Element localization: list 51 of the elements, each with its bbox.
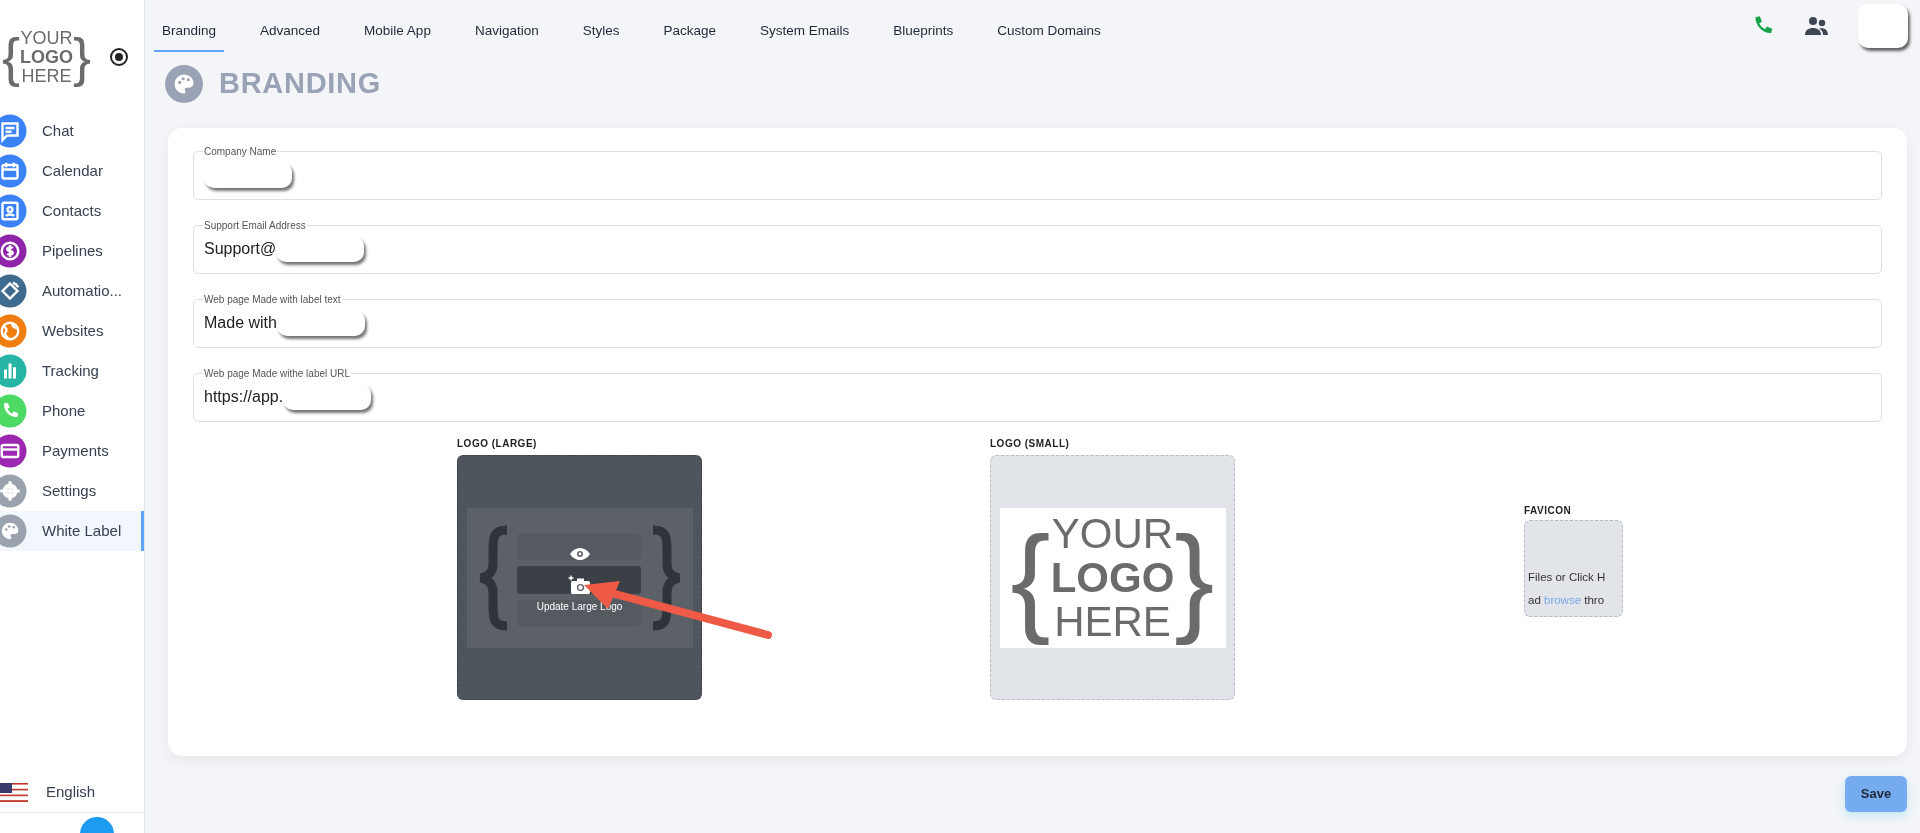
sidebar-item[interactable]: Phone bbox=[0, 391, 144, 431]
text-field[interactable]: Web page Made with label text Made with bbox=[193, 292, 1882, 348]
logo-text: HERE bbox=[21, 66, 72, 86]
logo-brace: { bbox=[2, 25, 21, 89]
tab[interactable]: System Emails bbox=[752, 0, 858, 52]
sidebar-item[interactable]: Payments bbox=[0, 431, 144, 471]
tab[interactable]: Styles bbox=[574, 0, 628, 52]
logo-text: YOUR bbox=[1051, 511, 1174, 556]
sidebar-item[interactable]: Pipelines bbox=[0, 231, 144, 271]
upload-label: LOGO (SMALL) bbox=[990, 437, 1071, 451]
sidebar-item[interactable]: Settings bbox=[0, 471, 144, 511]
users-icon[interactable] bbox=[1804, 14, 1830, 38]
tab[interactable]: Advanced bbox=[252, 0, 329, 52]
tab[interactable]: Custom Domains bbox=[989, 0, 1109, 52]
camera-plus-icon[interactable] bbox=[567, 575, 592, 595]
tab[interactable]: Mobile App bbox=[356, 0, 439, 52]
logo-text: LOGO bbox=[1050, 555, 1175, 600]
palette-icon bbox=[0, 513, 28, 549]
logo-text: HERE bbox=[1054, 599, 1171, 644]
palette-icon bbox=[165, 65, 203, 103]
sidebar-item[interactable]: Contacts bbox=[0, 191, 144, 231]
toggle-icon[interactable] bbox=[109, 47, 130, 67]
text-field[interactable]: Company Name bbox=[193, 144, 1882, 200]
upload-label: FAVICON bbox=[1524, 504, 1573, 518]
text-field[interactable]: Web page Made withe label URL https://app. bbox=[193, 366, 1882, 422]
tab[interactable]: Blueprints bbox=[885, 0, 962, 52]
sidebar-item[interactable]: Chat bbox=[0, 111, 144, 151]
logo-brace: } bbox=[73, 25, 92, 89]
favicon-dropzone[interactable]: Files or Click H ad browse thro bbox=[1524, 520, 1623, 617]
logo-brace: } bbox=[1174, 509, 1215, 647]
sidebar-item[interactable]: White Label bbox=[0, 511, 144, 551]
dropzone-hint: ad browse thro bbox=[1528, 593, 1606, 608]
logo-text: YOUR bbox=[20, 28, 73, 48]
sidebar-item[interactable]: Automatio... bbox=[0, 271, 144, 311]
help-icon[interactable] bbox=[80, 817, 114, 833]
text-field[interactable]: Support Email Address Support@ bbox=[193, 218, 1882, 274]
upload-label: LOGO (LARGE) bbox=[457, 437, 538, 451]
tab[interactable]: Branding bbox=[154, 0, 225, 52]
eye-icon[interactable] bbox=[568, 547, 591, 561]
logo-brace: { bbox=[1010, 509, 1051, 647]
sidebar-item[interactable]: Websites bbox=[0, 311, 144, 351]
logo-text: LOGO bbox=[20, 47, 74, 67]
tab[interactable]: Navigation bbox=[466, 0, 547, 52]
tab[interactable]: Package bbox=[655, 0, 724, 52]
sidebar-item[interactable]: Tracking bbox=[0, 351, 144, 391]
sidebar-item[interactable]: Calendar bbox=[0, 151, 144, 191]
save-button[interactable]: Save bbox=[1845, 776, 1907, 812]
page-title: BRANDING bbox=[219, 66, 382, 102]
flag-icon bbox=[0, 782, 28, 803]
dropzone-hint: Files or Click H bbox=[1528, 570, 1607, 585]
language-label[interactable]: English bbox=[46, 781, 96, 804]
